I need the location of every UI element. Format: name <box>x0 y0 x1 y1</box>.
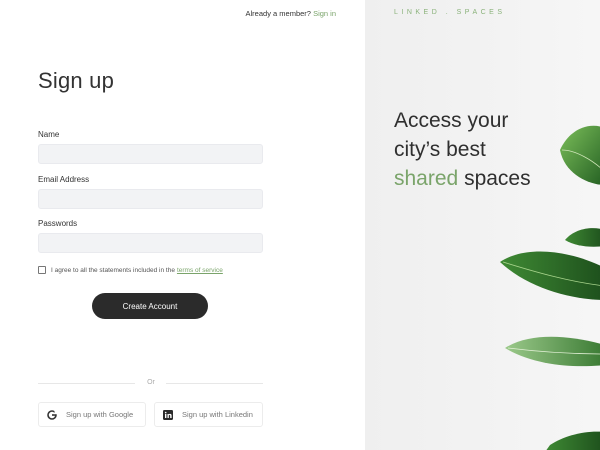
already-member-text: Already a member? <box>245 9 311 18</box>
password-label: Passwords <box>38 219 78 228</box>
divider-left <box>38 383 135 384</box>
terms-of-service-link[interactable]: terms of service <box>177 267 223 274</box>
or-divider-text: Or <box>147 379 155 386</box>
linkedin-icon <box>163 409 173 420</box>
signup-panel: Already a member? Sign in Sign up Name E… <box>0 0 365 450</box>
member-prompt: Already a member? Sign in <box>246 9 336 18</box>
hero-panel: LINKED . SPACES Access your city’s best … <box>365 0 600 450</box>
password-field[interactable] <box>38 233 263 253</box>
terms-row: I agree to all the statements included i… <box>38 266 223 274</box>
divider-right <box>166 383 263 384</box>
leaf-lower <box>505 336 600 367</box>
leaf-decoration <box>500 125 600 450</box>
terms-text: I agree to all the statements included i… <box>51 266 175 274</box>
leaf-bottom <box>546 431 600 450</box>
leaf-small <box>565 228 600 247</box>
email-label: Email Address <box>38 175 90 184</box>
leaf-top <box>560 125 600 185</box>
sign-in-link[interactable]: Sign in <box>313 9 336 18</box>
linkedin-signup-button[interactable]: Sign up with Linkedin <box>154 402 263 427</box>
name-field[interactable] <box>38 144 263 164</box>
google-signup-button[interactable]: Sign up with Google <box>38 402 146 427</box>
create-account-button[interactable]: Create Account <box>92 293 208 319</box>
google-button-label: Sign up with Google <box>66 410 134 419</box>
google-icon <box>47 409 58 420</box>
email-field[interactable] <box>38 189 263 209</box>
name-label: Name <box>38 130 60 139</box>
linkedin-button-label: Sign up with Linkedin <box>182 410 253 419</box>
page-title: Sign up <box>38 68 115 93</box>
terms-checkbox[interactable] <box>38 266 46 274</box>
